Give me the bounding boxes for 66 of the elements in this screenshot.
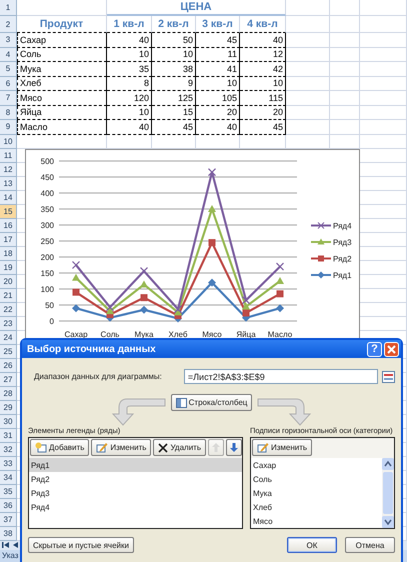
legend-label: Ряд2 [333, 254, 352, 264]
table-cell: 45 [152, 120, 196, 134]
table-cell: 45 [240, 120, 286, 134]
axis-label: 350 [40, 205, 54, 214]
legend-label: Ряд4 [333, 222, 352, 230]
table-cell: 10 [107, 106, 152, 120]
table-cell: 15 [152, 106, 196, 120]
axis-label: Мука [134, 330, 154, 339]
table-cell: 105 [196, 91, 240, 106]
axis-label: Соль [100, 330, 120, 339]
table-cell: 12 [240, 48, 286, 62]
table-cell: 10 [152, 48, 196, 62]
table-cell: Мясо [17, 91, 107, 106]
axis-label: 100 [40, 285, 54, 294]
table-cell: 35 [107, 62, 152, 76]
table-cell: 10 [107, 48, 152, 62]
table-cell: 40 [196, 120, 240, 134]
table-cell: 20 [196, 106, 240, 120]
table-cell: 11 [196, 48, 240, 62]
axis-label: Яйца [236, 330, 256, 339]
table-cell: 40 [240, 33, 286, 48]
legend-label: Ряд3 [333, 238, 352, 247]
axis-label: Мясо [202, 330, 222, 339]
table-cell: 10 [240, 76, 286, 91]
table-cell: 50 [152, 33, 196, 48]
table-cell: 42 [240, 62, 286, 76]
window-title: Выбор источника данных [27, 344, 157, 354]
table-cell: Хлеб [17, 76, 107, 91]
column-header: 2 кв-л [152, 16, 196, 33]
table-cell: Мука [17, 62, 107, 76]
range-label: Диапазон данных для диаграммы: [34, 372, 162, 381]
axis-label: 0 [50, 317, 54, 326]
axis-label: 250 [40, 237, 54, 246]
table-cell: 120 [107, 91, 152, 106]
column-header: Продукт [17, 16, 107, 33]
table-cell: 9 [152, 76, 196, 91]
table-cell: 8 [107, 76, 152, 91]
axis-label: 200 [40, 253, 54, 262]
table-cell: 38 [152, 62, 196, 76]
axis-label: 400 [40, 189, 54, 198]
axis-label: 500 [40, 157, 54, 166]
table-cell: Соль [17, 48, 107, 62]
axis-label: Масло [268, 330, 292, 339]
axis-label: Сахар [64, 330, 88, 339]
axis-label: 450 [40, 173, 54, 182]
table-cell: 115 [240, 91, 286, 106]
table-cell: 41 [196, 62, 240, 76]
table-cell: 10 [196, 76, 240, 91]
table-cell: Сахар [17, 33, 107, 48]
table-cell: 45 [196, 33, 240, 48]
table-cell: Яйца [17, 106, 107, 120]
table-cell: 40 [107, 120, 152, 134]
axis-label: Хлеб [168, 330, 188, 339]
axis-label: 50 [45, 301, 54, 310]
column-header: 4 кв-л [240, 16, 286, 33]
axis-label: 150 [40, 269, 54, 278]
table-cell: Масло [17, 120, 107, 134]
table-cell: 20 [240, 106, 286, 120]
table-cell: 125 [152, 91, 196, 106]
legend-label: Ряд1 [333, 271, 352, 280]
table-cell: 40 [107, 33, 152, 48]
column-header: 3 кв-л [196, 16, 240, 33]
axis-label: 300 [40, 221, 54, 230]
column-header: 1 кв-л [107, 16, 152, 33]
column-header: ЦЕНА [107, 0, 286, 16]
status-text: Указ [2, 551, 18, 560]
